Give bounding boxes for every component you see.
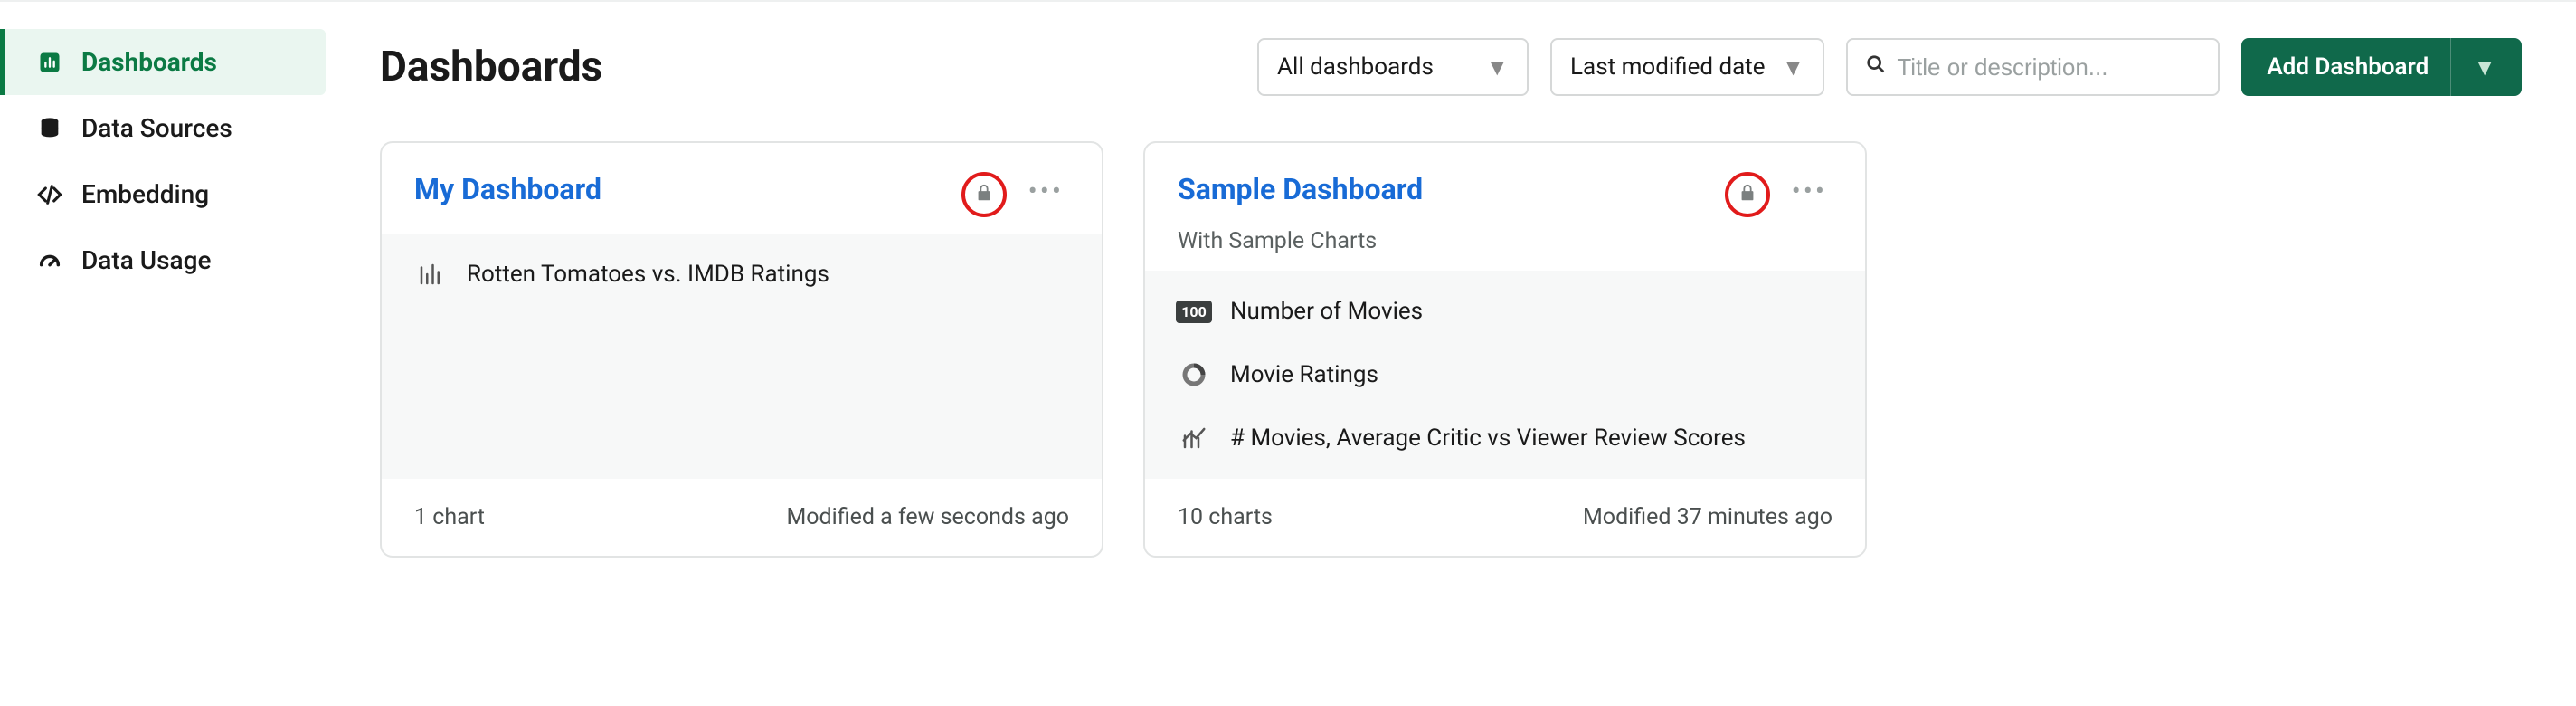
search-icon xyxy=(1866,53,1886,81)
database-icon xyxy=(36,116,63,141)
add-dashboard-button[interactable]: Add Dashboard ▼ xyxy=(2241,38,2522,96)
sidebar: Dashboards Data Sources Embedding Data U… xyxy=(0,0,326,706)
sidebar-item-label: Data Usage xyxy=(81,245,211,275)
chart-item-label: Movie Ratings xyxy=(1230,361,1378,388)
chevron-down-icon[interactable]: ▼ xyxy=(2450,38,2496,96)
lock-highlight xyxy=(961,172,1007,217)
chart-item-label: Rotten Tomatoes vs. IMDB Ratings xyxy=(467,261,829,288)
dashboards-icon xyxy=(36,50,63,75)
chart-item[interactable]: 100 Number of Movies xyxy=(1145,280,1865,343)
main: Dashboards All dashboards ▼ Last modifie… xyxy=(326,0,2576,706)
card-header: My Dashboard ••• xyxy=(382,143,1102,234)
filter-view-label: All dashboards xyxy=(1277,53,1434,81)
card-header: Sample Dashboard ••• With Sample Charts xyxy=(1145,143,1865,271)
sidebar-item-label: Embedding xyxy=(81,179,209,209)
card-footer: 10 charts Modified 37 minutes ago xyxy=(1145,479,1865,556)
chart-item-label: # Movies, Average Critic vs Viewer Revie… xyxy=(1230,425,1746,452)
sidebar-item-data-sources[interactable]: Data Sources xyxy=(0,95,326,161)
card-chart-list: Rotten Tomatoes vs. IMDB Ratings xyxy=(382,234,1102,479)
sidebar-item-embedding[interactable]: Embedding xyxy=(0,161,326,227)
card-menu-button[interactable]: ••• xyxy=(1023,172,1069,211)
card-menu-button[interactable]: ••• xyxy=(1786,172,1833,211)
topbar: Dashboards All dashboards ▼ Last modifie… xyxy=(380,38,2522,96)
modified-time: Modified 37 minutes ago xyxy=(1583,504,1833,530)
sidebar-item-data-usage[interactable]: Data Usage xyxy=(0,227,326,293)
card-subtitle: With Sample Charts xyxy=(1178,228,1833,254)
sidebar-item-label: Dashboards xyxy=(81,47,217,77)
card-title[interactable]: Sample Dashboard xyxy=(1178,172,1725,206)
bar-chart-icon xyxy=(414,261,447,288)
search-input[interactable] xyxy=(1897,53,2200,81)
card-footer: 1 chart Modified a few seconds ago xyxy=(382,479,1102,556)
filter-sort-select[interactable]: Last modified date ▼ xyxy=(1550,38,1824,96)
filter-sort-label: Last modified date xyxy=(1570,53,1766,81)
page-title: Dashboards xyxy=(380,43,1236,91)
modified-time: Modified a few seconds ago xyxy=(786,504,1069,530)
filter-view-select[interactable]: All dashboards ▼ xyxy=(1257,38,1529,96)
dashboard-card[interactable]: My Dashboard ••• Rotte xyxy=(380,141,1103,558)
gauge-icon xyxy=(36,248,63,273)
sidebar-item-label: Data Sources xyxy=(81,113,232,143)
number-icon: 100 xyxy=(1178,301,1210,323)
chevron-down-icon: ▼ xyxy=(1782,53,1805,81)
sidebar-item-dashboards[interactable]: Dashboards xyxy=(0,29,326,95)
dashboard-card[interactable]: Sample Dashboard ••• With Sample Charts xyxy=(1143,141,1867,558)
chart-item[interactable]: Rotten Tomatoes vs. IMDB Ratings xyxy=(382,243,1102,306)
chart-count: 1 chart xyxy=(414,504,485,530)
chart-item[interactable]: Movie Ratings xyxy=(1145,343,1865,406)
code-icon xyxy=(36,182,63,207)
lock-icon[interactable] xyxy=(974,183,994,206)
lock-icon[interactable] xyxy=(1738,183,1757,206)
chart-item-label: Number of Movies xyxy=(1230,298,1423,325)
card-title[interactable]: My Dashboard xyxy=(414,172,961,206)
lock-highlight xyxy=(1725,172,1770,217)
chart-count: 10 charts xyxy=(1178,504,1273,530)
chevron-down-icon: ▼ xyxy=(1485,53,1509,81)
dashboard-cards: My Dashboard ••• Rotte xyxy=(380,141,2522,558)
donut-chart-icon xyxy=(1178,361,1210,388)
search-box[interactable] xyxy=(1846,38,2220,96)
combo-chart-icon xyxy=(1178,425,1210,452)
add-dashboard-label: Add Dashboard xyxy=(2267,53,2429,81)
card-chart-list: 100 Number of Movies Movie Ratings xyxy=(1145,271,1865,479)
chart-item[interactable]: # Movies, Average Critic vs Viewer Revie… xyxy=(1145,406,1865,470)
